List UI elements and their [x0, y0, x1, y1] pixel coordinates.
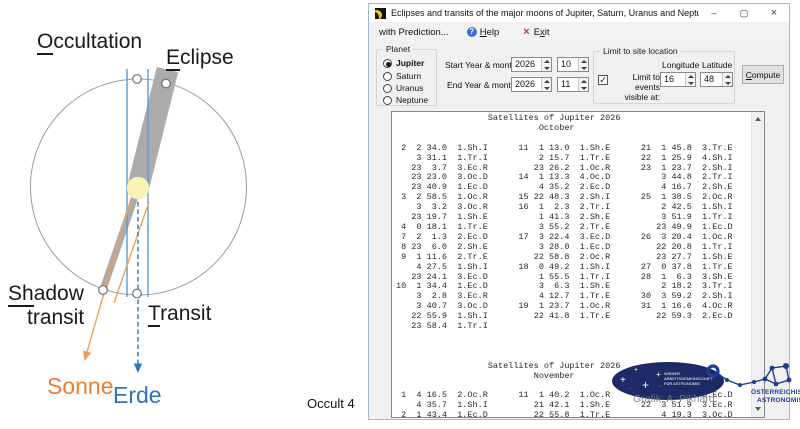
longitude-label: Longitude [662, 60, 699, 70]
eclipse-marker [162, 79, 171, 88]
waa-star-icon: + [634, 367, 638, 374]
planet-group-label: Planet [383, 44, 413, 54]
screenshot-root: Occultation Eclipse Shadow transit Trans… [0, 0, 800, 429]
menu-help[interactable]: ? Help [467, 27, 500, 38]
waa-star-icon: + [656, 370, 661, 379]
radio-neptune-dot [383, 96, 392, 105]
radio-saturn[interactable]: Saturn [383, 71, 421, 81]
transit-marker [133, 289, 142, 298]
diagram-caption: Occult 4 [307, 396, 355, 411]
transit-label: Transit [148, 302, 211, 326]
exit-icon: × [523, 26, 529, 38]
planet-groupbox: Planet Jupiter Saturn Uranus Neptune [376, 49, 437, 106]
occultation-label: Occultation [37, 30, 142, 54]
waa-star-icon: · [629, 386, 631, 392]
end-date-label: End Year & month [447, 80, 516, 90]
window-title: Eclipses and transits of the major moons… [391, 8, 699, 18]
site-group-label: Limit to site location [600, 46, 681, 56]
waa-star-icon: + [620, 375, 626, 386]
oeav-text-line1: ÖSTERREICHISCHER [751, 389, 800, 396]
maximize-button[interactable]: ▢ [729, 5, 759, 22]
visible-at-checkbox[interactable]: ✓ [598, 75, 608, 85]
radio-jupiter[interactable]: Jupiter [383, 58, 424, 68]
close-button[interactable]: × [759, 5, 789, 22]
start-date-label: Start Year & month [445, 60, 516, 70]
titlebar: Eclipses and transits of the major moons… [369, 4, 789, 22]
moon-events-diagram: Occultation Eclipse Shadow transit Trans… [0, 0, 368, 429]
menubar: with Prediction... ? Help × Exit [369, 22, 789, 42]
visible-at-label: Limit to eventsvisible at: [610, 72, 660, 102]
latitude-down-icon[interactable] [723, 80, 732, 87]
end-month-spinner[interactable]: 11 [557, 77, 589, 92]
radio-neptune[interactable]: Neptune [383, 95, 428, 105]
latitude-label: Latitude [702, 60, 732, 70]
occultation-marker [133, 75, 142, 84]
menu-exit[interactable]: × Exit [523, 26, 549, 38]
earth-label: Erde [113, 382, 162, 409]
end-year-down-icon[interactable] [542, 85, 551, 92]
compute-button[interactable]: Compute [742, 65, 784, 84]
help-icon: ? [467, 27, 477, 37]
longitude-spinner[interactable]: 16 [660, 72, 696, 87]
longitude-down-icon[interactable] [686, 80, 695, 87]
sun-direction-arrow [85, 199, 131, 359]
site-location-groupbox: Limit to site location ✓ Limit to events… [593, 51, 735, 104]
scroll-up-icon[interactable] [752, 112, 765, 127]
shadow-transit-marker [99, 286, 108, 295]
end-year-spinner[interactable]: 2026 [511, 77, 552, 92]
shadow-cone-bar [127, 67, 178, 191]
app-icon [375, 8, 386, 19]
waa-star-icon: + [642, 378, 649, 392]
radio-jupiter-dot [383, 59, 392, 68]
start-month-spinner[interactable]: 10 [557, 57, 589, 72]
eclipse-label: Eclipse [166, 46, 234, 70]
end-month-down-icon[interactable] [579, 85, 588, 92]
oeav-text-line2: ASTRONOMISCHER VEREIN [757, 397, 800, 404]
shadow-transit-label: Shadow transit [8, 282, 84, 330]
radio-uranus-dot [383, 84, 392, 93]
menu-with-prediction[interactable]: with Prediction... [379, 27, 449, 38]
latitude-spinner[interactable]: 48 [700, 72, 733, 87]
radio-saturn-dot [383, 72, 392, 81]
shadow-bar-lower [100, 187, 142, 291]
start-year-spinner[interactable]: 2026 [511, 57, 552, 72]
sun-label: Sonne [47, 373, 114, 400]
minimize-button[interactable]: – [699, 5, 729, 22]
start-month-down-icon[interactable] [579, 65, 588, 72]
jupiter-disc [127, 177, 149, 199]
start-year-down-icon[interactable] [542, 65, 551, 72]
oeav-logo: ÖSTERREICHISCHER ASTRONOMISCHER VEREIN [698, 356, 800, 410]
radio-uranus[interactable]: Uranus [383, 83, 423, 93]
waa-star-icon: · [659, 384, 661, 390]
